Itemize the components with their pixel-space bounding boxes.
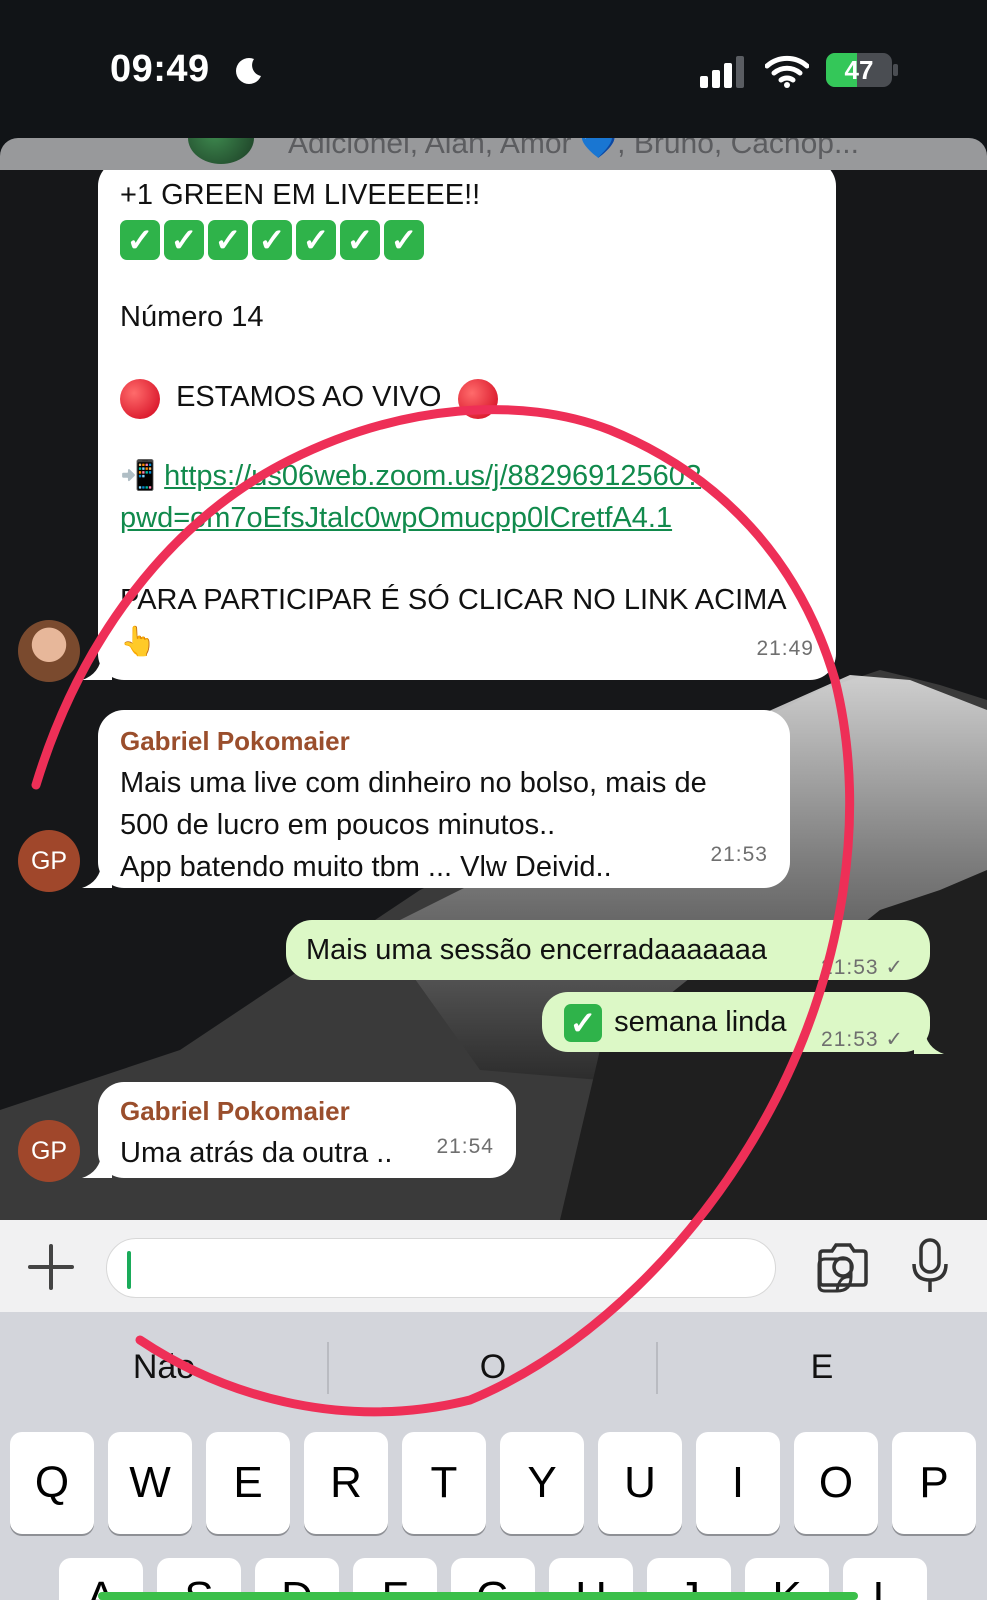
battery-cap	[893, 64, 898, 76]
camera-icon[interactable]	[816, 1242, 870, 1288]
message-bubble-4[interactable]: ✓ semana linda 21:53 ✓	[542, 992, 930, 1052]
message-bubble-2[interactable]: Gabriel Pokomaier Mais uma live com dinh…	[98, 710, 790, 888]
key-i[interactable]: I	[696, 1432, 780, 1534]
message-text: semana linda	[614, 1006, 787, 1038]
group-avatar[interactable]	[188, 138, 254, 164]
message-time: 21:54	[436, 1135, 494, 1158]
key-y[interactable]: Y	[500, 1432, 584, 1534]
key-e[interactable]: E	[206, 1432, 290, 1534]
suggestion-2[interactable]: O	[329, 1342, 657, 1392]
message-text: PARA PARTICIPAR É SÓ CLICAR NO LINK ACIM…	[120, 583, 787, 616]
check-emoji-icon: ✓	[296, 220, 336, 261]
sender-avatar-photo[interactable]	[18, 620, 80, 682]
moon-icon	[236, 58, 261, 84]
bubble-tail	[914, 1028, 944, 1054]
sender-avatar[interactable]: GP	[18, 1120, 80, 1182]
message-time: 21:53	[710, 843, 768, 866]
message-text: Mais uma live com dinheiro no bolso, mai…	[120, 767, 707, 799]
message-bubble-1[interactable]: +1 GREEN EM LIVEEEEE!! ✓ ✓ ✓ ✓ ✓ ✓ ✓ Número 14…	[98, 170, 836, 680]
composer-bar	[0, 1220, 987, 1312]
group-participants: Adicionei, Alan, Amor 💙, Bruno, Cachop..…	[288, 138, 859, 160]
sender-name[interactable]: Gabriel Pokomaier	[120, 720, 707, 762]
message-text: 500 de lucro em poucos minutos..	[120, 809, 556, 841]
message-content: ✓ semana linda	[564, 1001, 787, 1043]
bubble-tail	[82, 654, 112, 680]
message-bubble-3[interactable]: Mais uma sessão encerradaaaaaaa 21:53 ✓	[286, 920, 930, 980]
bubble-tail	[82, 1152, 112, 1178]
bubble-tail	[82, 862, 112, 888]
check-emoji-icon: ✓	[252, 220, 292, 261]
keyboard: Não O E Q W E R T Y U I O P A S D F G H …	[0, 1312, 987, 1600]
key-u[interactable]: U	[598, 1432, 682, 1534]
key-t[interactable]: T	[402, 1432, 486, 1534]
check-emoji-icon: ✓	[564, 1004, 602, 1043]
check-emoji-icon: ✓	[340, 220, 380, 261]
key-p[interactable]: P	[892, 1432, 976, 1534]
sender-avatar[interactable]: GP	[18, 830, 80, 892]
message-bubble-5[interactable]: Gabriel Pokomaier Uma atrás da outra .. …	[98, 1082, 516, 1178]
status-bar: 09:49 47	[0, 0, 987, 140]
message-text: ESTAMOS AO VIVO	[176, 381, 442, 414]
suggestion-3[interactable]: E	[658, 1342, 986, 1392]
battery-icon: 47	[826, 53, 892, 87]
red-circle-icon	[120, 378, 160, 419]
status-time: 09:49	[110, 48, 210, 90]
sender-name[interactable]: Gabriel Pokomaier	[120, 1090, 392, 1132]
phone-arrow-icon: 📲	[120, 459, 157, 492]
check-emoji-icon: ✓	[384, 220, 424, 261]
pointing-up-emoji: 👆	[120, 625, 157, 658]
check-emoji-icon: ✓	[120, 220, 160, 261]
check-emoji-row: ✓ ✓ ✓ ✓ ✓ ✓ ✓	[120, 218, 787, 261]
key-r[interactable]: R	[304, 1432, 388, 1534]
check-emoji-icon: ✓	[164, 220, 204, 261]
message-time: 21:49	[756, 637, 814, 660]
key-q[interactable]: Q	[10, 1432, 94, 1534]
key-o[interactable]: O	[794, 1432, 878, 1534]
signal-icon	[700, 56, 744, 88]
message-input[interactable]	[106, 1238, 853, 1298]
battery-percent: 47	[844, 55, 874, 85]
plus-icon[interactable]	[26, 1242, 76, 1292]
zoom-link[interactable]: https://us06web.zoom.us/j/88296912560?	[164, 460, 701, 492]
live-line: ESTAMOS AO VIVO	[120, 376, 787, 419]
chat-background[interactable]: +1 GREEN EM LIVEEEEE!! ✓ ✓ ✓ ✓ ✓ ✓ ✓ Número 14…	[0, 170, 987, 1220]
suggestion-1[interactable]: Não	[0, 1342, 328, 1392]
message-text: Mais uma sessão encerradaaaaaaa	[306, 934, 768, 966]
message-text: App batendo muito tbm ... Vlw Deivid..	[120, 851, 612, 883]
wifi-icon	[765, 55, 809, 88]
message-text: Número 14	[120, 301, 264, 334]
microphone-icon[interactable]	[910, 1238, 950, 1294]
message-text: Uma atrás da outra ..	[120, 1137, 393, 1169]
message-time: 21:53 ✓	[821, 1028, 904, 1051]
check-emoji-icon: ✓	[208, 220, 248, 261]
text-caret	[127, 1251, 131, 1289]
zoom-link-continued[interactable]: pwd=om7oEfsJtalc0wpOmucpp0lCretfA4.1	[120, 497, 787, 539]
red-circle-icon	[457, 378, 498, 419]
chat-header[interactable]: Adicionei, Alan, Amor 💙, Bruno, Cachop..…	[0, 138, 987, 170]
message-time: 21:53 ✓	[821, 956, 904, 979]
key-w[interactable]: W	[108, 1432, 192, 1534]
message-text: +1 GREEN EM LIVEEEEE!!	[120, 179, 481, 211]
home-indicator	[98, 1592, 858, 1600]
link-line: 📲 https://us06web.zoom.us/j/88296912560?	[120, 455, 787, 497]
